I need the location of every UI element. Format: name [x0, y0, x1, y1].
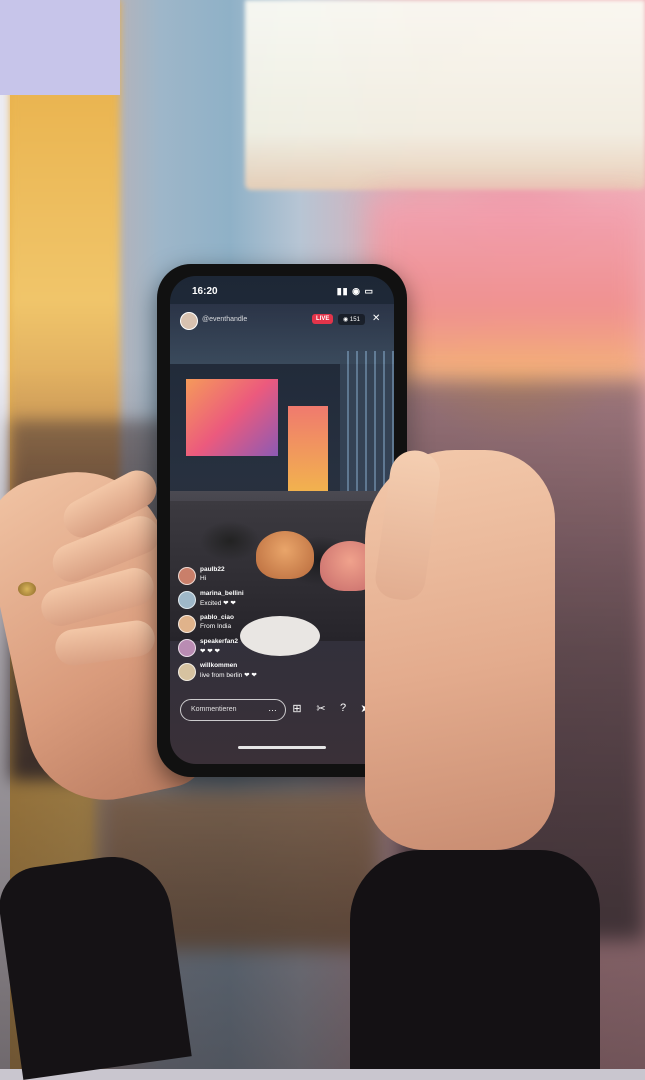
stage-screen [186, 379, 278, 456]
list-item: willkommen live from berlin ❤ ❤ [178, 662, 388, 684]
viewer-count[interactable]: ◉ 151 [338, 314, 365, 325]
phone-screen: 16:20 ▮▮ ◉ ▭ @eventhandle LIVE ◉ 151 ✕ p… [170, 276, 394, 764]
avatar[interactable] [178, 663, 196, 681]
comment-author[interactable]: speakerfan2 [200, 638, 238, 645]
comment-text: ❤ ❤ ❤ [200, 648, 220, 655]
comment-list: paulb22 Hi marina_bellini Excited ❤ ❤ pa… [178, 566, 388, 686]
avatar[interactable] [178, 591, 196, 609]
corner-tab [0, 0, 120, 95]
live-header: @eventhandle LIVE ◉ 151 ✕ [170, 310, 394, 332]
venue-windows [340, 351, 394, 501]
comment-text: From India [200, 623, 232, 630]
more-icon[interactable]: … [268, 703, 277, 713]
close-icon[interactable]: ✕ [372, 313, 380, 324]
signal-wifi-battery-icon: ▮▮ ◉ ▭ [336, 286, 374, 296]
comment-placeholder: Kommentieren [191, 706, 237, 713]
stage-side-screen [288, 406, 328, 494]
avatar[interactable] [178, 567, 196, 585]
status-time: 16:20 [192, 286, 218, 297]
comment-author[interactable]: marina_bellini [200, 590, 244, 597]
list-item: marina_bellini Excited ❤ ❤ [178, 590, 388, 612]
list-item: speakerfan2 ❤ ❤ ❤ [178, 638, 388, 660]
avatar[interactable] [178, 639, 196, 657]
projection-screen [245, 0, 645, 190]
question-icon[interactable]: ? [336, 702, 350, 714]
add-icon[interactable]: ⊞ [290, 702, 304, 715]
status-bar: 16:20 ▮▮ ◉ ▭ [170, 276, 394, 304]
ring [18, 582, 36, 596]
comment-input[interactable]: Kommentieren … [180, 699, 286, 721]
list-item: pablo_ciao From India [178, 614, 388, 636]
comment-text: Excited ❤ ❤ [200, 600, 236, 607]
right-sleeve [350, 850, 600, 1069]
comment-text: live from berlin ❤ ❤ [200, 672, 257, 679]
stage-banner [370, 195, 645, 385]
comment-author[interactable]: pablo_ciao [200, 614, 234, 621]
comment-author[interactable]: paulb22 [200, 566, 225, 573]
comment-text: Hi [200, 575, 207, 582]
list-item: paulb22 Hi [178, 566, 388, 588]
comment-author[interactable]: willkommen [200, 662, 237, 669]
avatar[interactable] [180, 312, 198, 330]
avatar[interactable] [178, 615, 196, 633]
home-indicator[interactable] [238, 746, 326, 749]
live-badge: LIVE [312, 314, 334, 324]
tools-icon[interactable]: ✂ [314, 702, 328, 715]
stream-username[interactable]: @eventhandle [202, 316, 247, 323]
live-bottom-bar: Kommentieren … ⊞ ✂ ? ➤ [170, 696, 394, 726]
